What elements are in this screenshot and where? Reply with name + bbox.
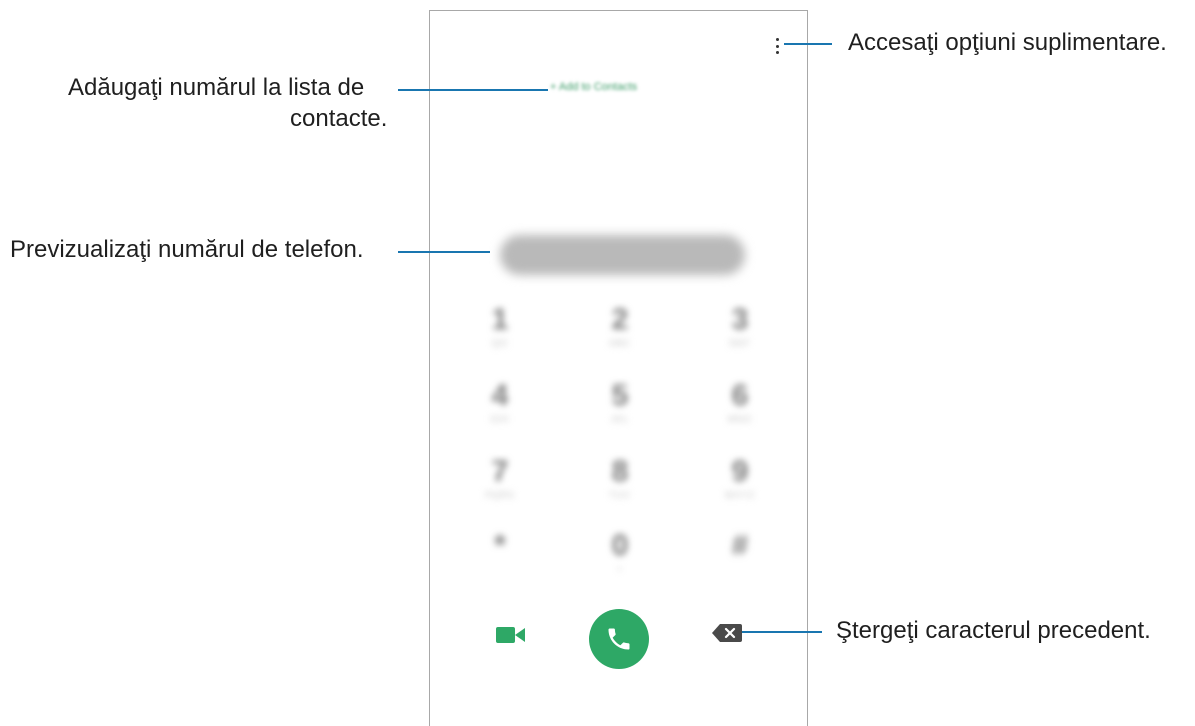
phone-dialer-screen: + Add to Contacts 1 QO 2 ABC 3 DEF 4 GHI…	[429, 10, 808, 726]
key-5[interactable]: 5 JKL	[590, 379, 650, 425]
more-options-icon[interactable]	[772, 38, 782, 54]
key-star[interactable]: *	[470, 529, 530, 563]
key-2[interactable]: 2 ABC	[590, 303, 650, 349]
key-3[interactable]: 3 DEF	[710, 303, 770, 349]
number-preview-field	[500, 235, 745, 275]
callout-preview-number: Previzualizaţi numărul de telefon.	[10, 236, 364, 263]
call-button[interactable]	[589, 609, 649, 669]
callout-add-contacts-line1: Adăugaţi numărul la lista de	[68, 74, 365, 101]
key-4[interactable]: 4 GHI	[470, 379, 530, 425]
key-6[interactable]: 6 MNO	[710, 379, 770, 425]
callout-line-add-contacts	[398, 89, 548, 91]
callout-delete-char: Ştergeţi caracterul precedent.	[836, 617, 1151, 644]
backspace-icon[interactable]	[712, 624, 742, 642]
add-to-contacts-link[interactable]: + Add to Contacts	[550, 81, 637, 93]
key-hash[interactable]: #	[710, 529, 770, 563]
key-1[interactable]: 1 QO	[470, 303, 530, 349]
key-7[interactable]: 7 PQRS	[470, 455, 530, 501]
callout-line-delete-char	[742, 631, 822, 633]
callout-line-preview-number	[398, 251, 490, 253]
key-8[interactable]: 8 TUV	[590, 455, 650, 501]
callout-line-more-options	[784, 43, 832, 45]
video-call-icon[interactable]	[496, 625, 526, 645]
key-0[interactable]: 0 +	[590, 529, 650, 575]
callout-add-contacts-line2: contacte.	[290, 105, 388, 132]
phone-call-icon	[608, 628, 630, 650]
key-9[interactable]: 9 WXYZ	[710, 455, 770, 501]
annotated-screenshot: + Add to Contacts 1 QO 2 ABC 3 DEF 4 GHI…	[0, 0, 1195, 726]
callout-more-options: Accesaţi opţiuni suplimentare.	[848, 29, 1167, 56]
